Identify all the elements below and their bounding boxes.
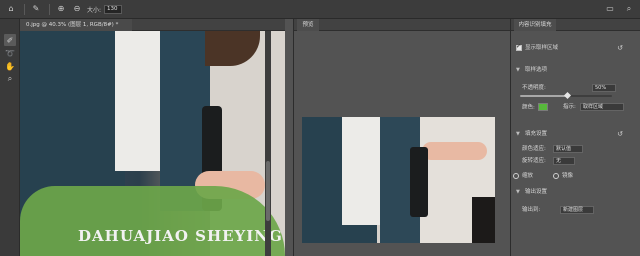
opacity-slider-fill (520, 95, 567, 97)
indicates-label: 指示: (563, 104, 576, 110)
output-to-label: 输出到: (522, 207, 541, 213)
sampling-area-overlay (20, 186, 285, 256)
search-icon[interactable]: ⌕ (624, 4, 634, 14)
output-to-select[interactable]: 新建图层 (560, 206, 594, 214)
color-adapt-label: 颜色适应: (522, 146, 546, 152)
sampling-brush-tool-icon[interactable]: ✐ (4, 34, 16, 46)
reset-icon[interactable]: ↺ (616, 44, 624, 52)
opacity-label: 不透明度: (522, 85, 546, 91)
preview-tab-bar: 预览 (294, 19, 511, 31)
chevron-down-icon[interactable]: ▼ (516, 130, 522, 138)
brush-size-label: 大小: (87, 6, 102, 14)
groom-shirt (115, 31, 160, 171)
show-sampling-area-label: 显示取样区域 (525, 45, 559, 51)
scale-checkbox[interactable] (513, 172, 519, 179)
toolbar-divider (49, 3, 50, 15)
preview-panel: 预览 (293, 19, 511, 256)
indicates-value: 取样区域 (583, 104, 604, 110)
tools-panel: ✐ ➰ ✋ ⌕ (0, 19, 20, 256)
reset-icon[interactable]: ↺ (616, 130, 624, 138)
preview-image[interactable] (302, 117, 495, 243)
scale-label: 缩放 (522, 173, 534, 179)
preview-groom-shirt (342, 117, 380, 225)
zoom-tool-icon[interactable]: ⌕ (4, 73, 16, 85)
opacity-input[interactable]: 50% (592, 84, 616, 92)
rotation-adapt-label: 旋转适应: (522, 158, 546, 164)
show-sampling-area-checkbox[interactable] (516, 43, 522, 51)
home-icon[interactable]: ⌂ (6, 4, 16, 14)
settings-tab-bar: 内容识别填充 (511, 19, 640, 31)
wedding-photo: DAHUAJIAO SHEYING (20, 31, 285, 256)
workspace-icon[interactable]: ▭ (605, 4, 615, 14)
preview-bride-arm (422, 142, 487, 160)
mirror-label: 镜像 (562, 173, 574, 179)
subtract-from-selection-icon[interactable]: ⊖ (72, 4, 82, 14)
content-aware-fill-tab[interactable]: 内容识别填充 (514, 19, 556, 31)
preview-background (472, 197, 495, 243)
output-to-value: 新建图层 (563, 207, 584, 213)
document-tab-bar: 0.jpg @ 40.3% (图层 1, RGB/8#) * (20, 19, 285, 31)
options-bar: ⌂ ✎ ⊕ ⊖ 大小: 130 ▭ ⌕ (0, 0, 640, 19)
hand-tool-icon[interactable]: ✋ (4, 60, 16, 72)
mirror-checkbox[interactable] (553, 172, 559, 179)
document-tab[interactable]: 0.jpg @ 40.3% (图层 1, RGB/8#) * (20, 19, 132, 31)
document-canvas[interactable]: DAHUAJIAO SHEYING (20, 31, 285, 256)
color-adapt-select[interactable]: 默认值 (553, 145, 583, 153)
indicates-select[interactable]: 取样区域 (580, 103, 624, 111)
add-to-selection-icon[interactable]: ⊕ (56, 4, 66, 14)
color-adapt-value: 默认值 (556, 146, 572, 152)
chevron-down-icon[interactable]: ▼ (516, 188, 522, 196)
toolbar-divider (24, 3, 25, 15)
fill-settings-header[interactable]: 填充设置 (525, 130, 547, 138)
canvas-scrollbar[interactable] (265, 31, 271, 256)
canvas-scroll-thumb[interactable] (266, 161, 270, 221)
show-sampling-area-row[interactable]: 显示取样区域 (516, 43, 559, 52)
brush-tool-icon[interactable]: ✎ (31, 4, 41, 14)
preview-tab[interactable]: 预览 (297, 19, 319, 31)
rotation-adapt-select[interactable]: 无 (553, 157, 575, 165)
mirror-option[interactable]: 镜像 (553, 172, 573, 180)
output-settings-header[interactable]: 输出设置 (525, 188, 547, 196)
watermark-text: DAHUAJIAO SHEYING (78, 227, 283, 245)
sampling-options-header[interactable]: 取样选项 (525, 66, 547, 74)
brush-size-input[interactable]: 130 (104, 4, 123, 14)
opacity-slider[interactable] (520, 91, 612, 100)
preview-wine-bottle (410, 147, 428, 217)
rotation-adapt-value: 无 (556, 158, 562, 164)
color-row: 颜色: (522, 103, 548, 112)
scale-option[interactable]: 缩放 (513, 172, 533, 180)
lasso-tool-icon[interactable]: ➰ (4, 47, 16, 59)
color-label: 颜色: (522, 104, 535, 111)
color-swatch[interactable] (537, 103, 548, 111)
chevron-down-icon[interactable]: ▼ (516, 66, 522, 74)
